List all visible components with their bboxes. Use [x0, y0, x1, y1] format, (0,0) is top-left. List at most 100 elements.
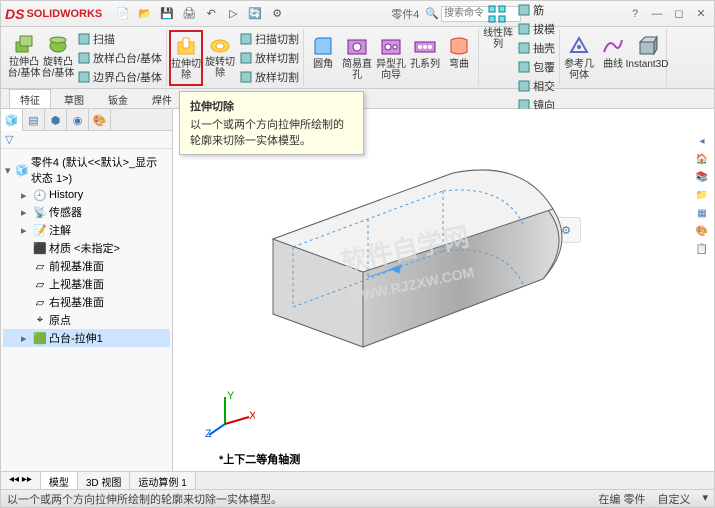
rib-button[interactable]: 筋	[515, 1, 557, 19]
select-icon[interactable]: ▷	[224, 5, 242, 23]
task-pane-toggle-icon[interactable]: ◂	[694, 133, 710, 149]
sweep-cut-button[interactable]: 扫描切割	[237, 30, 301, 48]
tree-node-sensor[interactable]: ▸📡传感器	[3, 203, 170, 221]
revolve-boss-icon	[46, 32, 70, 56]
print-icon[interactable]: 🖨	[180, 5, 198, 23]
tree-node-annot[interactable]: ▸📝注解	[3, 221, 170, 239]
boundary-cut-icon	[239, 70, 253, 84]
extrude-boss-button[interactable]: 拉伸凸 台/基体	[7, 30, 41, 86]
hole-wizard-icon	[379, 34, 403, 58]
linear-pattern-button[interactable]: 线性阵 列	[481, 1, 515, 114]
tree-node-history[interactable]: ▸🕘History	[3, 187, 170, 203]
help-icon[interactable]: ?	[626, 7, 644, 21]
new-icon[interactable]: 📄	[114, 5, 132, 23]
boundary-button[interactable]: 边界凸台/基体	[75, 68, 164, 86]
loft-cut-icon	[239, 51, 253, 65]
model-3d[interactable]	[213, 139, 633, 419]
maximize-icon[interactable]: ◻	[670, 7, 688, 21]
btab-nav[interactable]: ◂◂ ▸▸	[1, 472, 41, 489]
close-icon[interactable]: ✕	[692, 7, 710, 21]
feature-tree-tab-icon[interactable]: 🧊	[1, 109, 23, 131]
revolve-boss-button[interactable]: 旋转凸 台/基体	[41, 30, 75, 86]
tree-root[interactable]: ▾ 🧊 零件4 (默认<<默认>_显示状态 1>)	[3, 153, 170, 187]
svg-text:Y: Y	[227, 390, 235, 402]
command-tab-1[interactable]: 草图	[53, 89, 95, 108]
sweep-icon	[77, 32, 91, 46]
instant3d-button[interactable]: Instant3D	[630, 32, 664, 83]
wrap2-button[interactable]: 包覆	[515, 58, 557, 76]
material-icon: ⬛	[33, 241, 47, 255]
command-tab-0[interactable]: 特征	[9, 89, 51, 108]
tree-node-plane[interactable]: ▱上视基准面	[3, 275, 170, 293]
custom-props-icon[interactable]: 📋	[694, 241, 710, 257]
shell-icon	[517, 41, 531, 55]
history-icon: 🕘	[33, 188, 47, 202]
extrude-cut-icon	[174, 34, 198, 58]
minimize-icon[interactable]: —	[648, 7, 666, 21]
hole-series-icon	[413, 34, 437, 58]
feature-icon: 🟩	[33, 331, 47, 345]
config-tab-icon[interactable]: ⬢	[45, 109, 67, 131]
command-tab-3[interactable]: 焊件	[141, 89, 183, 108]
sensor-icon: 📡	[33, 205, 47, 219]
sweep-button[interactable]: 扫描	[75, 30, 164, 48]
curves-button[interactable]: 曲线	[596, 32, 630, 83]
shell-button[interactable]: 抽壳	[515, 39, 557, 57]
resources-icon[interactable]: 🏠	[694, 151, 710, 167]
linear-pattern-icon	[486, 3, 510, 27]
fillet-button[interactable]: 圆角	[306, 32, 340, 83]
display-tab-icon[interactable]: ◉	[67, 109, 89, 131]
intersect-button[interactable]: 相交	[515, 77, 557, 95]
plane-icon: ▱	[33, 259, 47, 273]
extrude-cut-button[interactable]: 拉伸切 除	[169, 30, 203, 86]
design-lib-icon[interactable]: 📚	[694, 169, 710, 185]
rib-icon	[517, 3, 531, 17]
expand-icon[interactable]: ▸	[21, 224, 31, 237]
command-tab-2[interactable]: 钣金	[97, 89, 139, 108]
tree-node-plane[interactable]: ▱前视基准面	[3, 257, 170, 275]
property-tab-icon[interactable]: ▤	[23, 109, 45, 131]
options-icon[interactable]: ⚙	[268, 5, 286, 23]
wrap-button[interactable]: 弯曲	[442, 32, 476, 83]
open-icon[interactable]: 📂	[136, 5, 154, 23]
orientation-label: *上下二等角轴测	[219, 451, 300, 467]
expand-icon[interactable]: ▸	[21, 189, 31, 202]
boundary-cut-button[interactable]: 放样切割	[237, 68, 301, 86]
search-icon: 🔍	[425, 7, 439, 20]
draft-button[interactable]: 拔模	[515, 20, 557, 38]
save-icon[interactable]: 💾	[158, 5, 176, 23]
rebuild-icon[interactable]: 🔄	[246, 5, 264, 23]
status-message: 以一个或两个方向拉伸所绘制的轮廓来切除一实体模型。	[7, 491, 282, 507]
instant3d-icon	[635, 34, 659, 58]
hole-wizard-button[interactable]: 异型孔 向导	[374, 32, 408, 83]
status-custom[interactable]: 自定义	[657, 491, 690, 507]
viewport[interactable]: ⛶ 🔍 ↺ ◩ 🎲 ▦ 👁 🎨 🖼 ⚙ 软件自学网WWW.	[173, 109, 714, 479]
orientation-triad[interactable]: Y X Z	[205, 389, 255, 439]
svg-text:Z: Z	[205, 428, 212, 439]
hole-series-button[interactable]: 孔系列	[408, 32, 442, 83]
status-menu-icon[interactable]: ▾	[702, 491, 708, 507]
tree-node-origin[interactable]: ⌖原点	[3, 311, 170, 329]
appearances-icon[interactable]: 🎨	[694, 223, 710, 239]
bottom-tab-1[interactable]: 3D 视图	[78, 472, 131, 489]
file-explorer-icon[interactable]: 📁	[694, 187, 710, 203]
expand-icon[interactable]: ▸	[21, 206, 31, 219]
view-palette-icon[interactable]: ▦	[694, 205, 710, 221]
bottom-tab-2[interactable]: 运动算例 1	[130, 472, 195, 489]
wrap-icon	[447, 34, 471, 58]
expand-icon[interactable]: ▸	[21, 332, 31, 345]
tree-node-feature[interactable]: ▸🟩凸台-拉伸1	[3, 329, 170, 347]
bottom-tab-0[interactable]: 模型	[41, 472, 78, 489]
appearance-tab-icon[interactable]: 🎨	[89, 109, 111, 131]
ref-geom-icon	[567, 34, 591, 58]
tree-node-material[interactable]: ⬛材质 <未指定>	[3, 239, 170, 257]
loft-cut-button[interactable]: 放样切割	[237, 49, 301, 67]
revolve-cut-button[interactable]: 旋转切 除	[203, 30, 237, 86]
tree-node-plane[interactable]: ▱右视基准面	[3, 293, 170, 311]
ref-geom-button[interactable]: 参考几 何体	[562, 32, 596, 83]
hole-simple-button[interactable]: 简易直 孔	[340, 32, 374, 83]
expand-icon[interactable]: ▾	[5, 164, 13, 177]
undo-icon[interactable]: ↶	[202, 5, 220, 23]
loft-button[interactable]: 放样凸台/基体	[75, 49, 164, 67]
tree-nav-icon[interactable]: ▽	[5, 133, 13, 146]
